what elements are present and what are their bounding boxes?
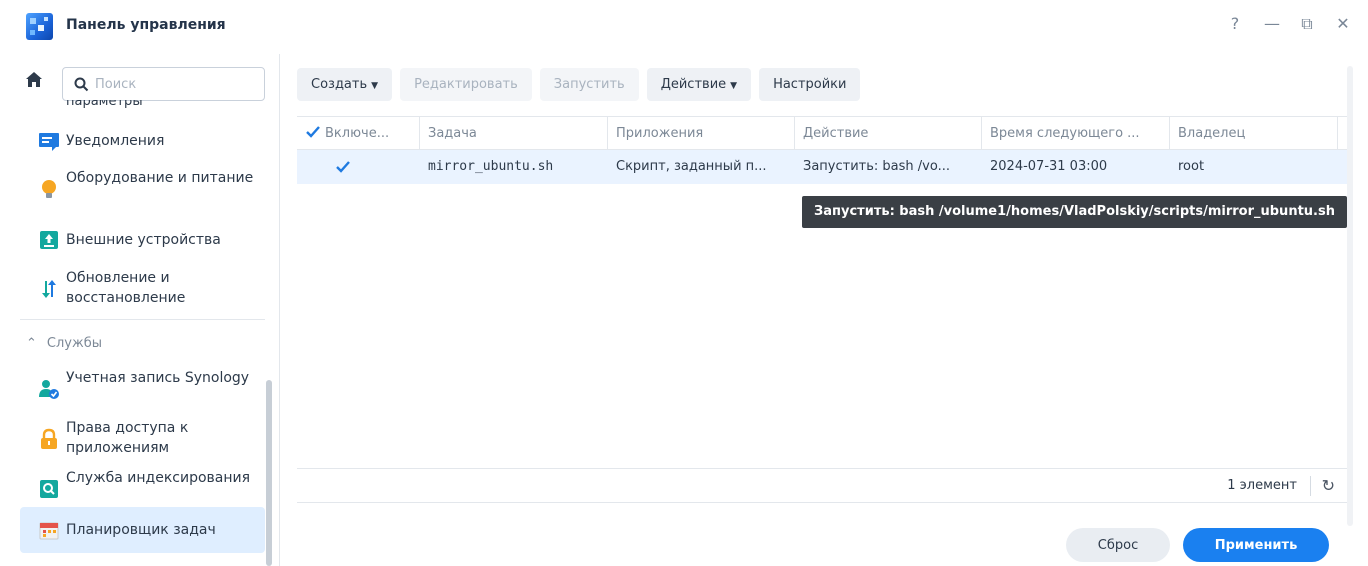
enabled-checkbox[interactable]: [335, 159, 351, 175]
column-header-next-run[interactable]: Время следующего ...: [982, 117, 1170, 150]
main-scrollbar[interactable]: [1347, 66, 1353, 526]
external-devices-icon: [40, 231, 58, 249]
task-table: Включе... Задача Приложения Действие Вре…: [297, 116, 1349, 516]
sidebar-item-task-scheduler[interactable]: Планировщик задач: [20, 507, 265, 553]
column-header-task[interactable]: Задача: [420, 117, 608, 150]
synology-account-icon: [39, 380, 59, 399]
action-cell: Запустить: bash /vo...: [803, 159, 950, 174]
home-icon[interactable]: [24, 70, 44, 90]
window-controls: ? — ⧉ ✕: [1228, 14, 1350, 34]
create-button[interactable]: Создать ▼: [297, 68, 393, 101]
column-header-enabled[interactable]: Включе...: [297, 117, 420, 150]
sidebar-item-label: Служба индексирования: [66, 470, 251, 486]
sidebar: параметры Уведомления Оборудование и пит…: [0, 54, 280, 566]
control-panel-app-icon: [26, 13, 53, 40]
table-row[interactable]: mirror_ubuntu.sh Скрипт, заданный п... З…: [297, 150, 1349, 184]
column-header-label: Включе...: [325, 126, 390, 141]
edit-button[interactable]: Редактировать: [400, 68, 532, 101]
application-cell: Скрипт, заданный п...: [616, 159, 767, 174]
table-footer: 1 элемент ↻: [297, 468, 1349, 503]
create-button-label: Создать: [311, 77, 368, 92]
caret-down-icon: ▼: [371, 81, 379, 91]
action-button-label: Действие: [660, 77, 727, 92]
refresh-icon[interactable]: ↻: [1322, 476, 1335, 495]
sidebar-item-label: Оборудование и питание: [66, 170, 254, 186]
search-box[interactable]: [62, 67, 265, 101]
minimize-icon[interactable]: —: [1264, 14, 1280, 34]
task-scheduler-icon: [39, 522, 59, 540]
sidebar-item-notifications[interactable]: Уведомления: [20, 124, 265, 158]
next-run-cell: 2024-07-31 03:00: [990, 159, 1108, 174]
restore-icon[interactable]: ⧉: [1300, 14, 1314, 34]
app-privileges-icon: [41, 428, 57, 449]
section-label: Службы: [46, 336, 102, 351]
services-section-header[interactable]: ⌃ Службы: [26, 336, 102, 351]
title-bar: Панель управления ? — ⧉ ✕: [0, 0, 1368, 54]
indexing-service-icon: [40, 480, 58, 498]
sidebar-divider: [20, 319, 265, 320]
search-icon: [74, 77, 89, 92]
help-icon[interactable]: ?: [1228, 14, 1242, 34]
window-title: Панель управления: [66, 17, 226, 33]
toolbar: Создать ▼ Редактировать Запустить Действи…: [297, 68, 861, 101]
sidebar-item-external-devices[interactable]: Внешние устройства: [20, 224, 265, 256]
sidebar-item-update-restore[interactable]: Обновление и восстановление: [20, 264, 265, 314]
update-restore-icon: [42, 280, 56, 298]
reset-button[interactable]: Сброс: [1066, 528, 1170, 562]
action-tooltip: Запустить: bash /volume1/homes/VladPolsk…: [802, 196, 1347, 228]
notifications-icon: [39, 133, 59, 151]
column-header-action[interactable]: Действие: [795, 117, 982, 150]
sidebar-item-label: Учетная запись Synology: [66, 370, 250, 386]
task-name-cell: mirror_ubuntu.sh: [428, 159, 554, 174]
hardware-power-icon: [42, 180, 56, 198]
sidebar-item-label: Планировщик задач: [66, 522, 216, 538]
sidebar-item-app-privileges[interactable]: Права доступа к приложениям: [20, 414, 265, 464]
select-all-checkbox[interactable]: [305, 124, 321, 140]
table-header: Включе... Задача Приложения Действие Вре…: [297, 117, 1349, 150]
sidebar-item-label: Уведомления: [66, 133, 165, 149]
scrolled-item-label: параметры: [66, 100, 143, 108]
sidebar-item-label: Внешние устройства: [66, 232, 221, 248]
run-button[interactable]: Запустить: [539, 68, 639, 101]
main-panel: Создать ▼ Редактировать Запустить Действи…: [281, 54, 1368, 566]
column-header-owner[interactable]: Владелец: [1170, 117, 1338, 150]
column-header-applications[interactable]: Приложения: [608, 117, 795, 150]
owner-cell: root: [1178, 159, 1205, 174]
sidebar-item-hardware-power[interactable]: Оборудование и питание: [20, 164, 265, 214]
caret-down-icon: ▼: [730, 81, 738, 91]
close-icon[interactable]: ✕: [1336, 14, 1350, 34]
sidebar-scrollbar[interactable]: [266, 380, 272, 566]
settings-button[interactable]: Настройки: [759, 68, 861, 101]
apply-button[interactable]: Применить: [1183, 528, 1329, 562]
search-input[interactable]: [95, 75, 255, 93]
item-count: 1 элемент: [1227, 478, 1297, 493]
sidebar-item-label: Обновление и восстановление: [66, 270, 186, 306]
chevron-up-icon: ⌃: [26, 336, 37, 351]
action-button[interactable]: Действие ▼: [646, 68, 752, 101]
sidebar-item-synology-account[interactable]: Учетная запись Synology: [20, 364, 265, 414]
sidebar-item-label: Права доступа к приложениям: [66, 420, 189, 456]
footer-divider: [1310, 476, 1311, 496]
